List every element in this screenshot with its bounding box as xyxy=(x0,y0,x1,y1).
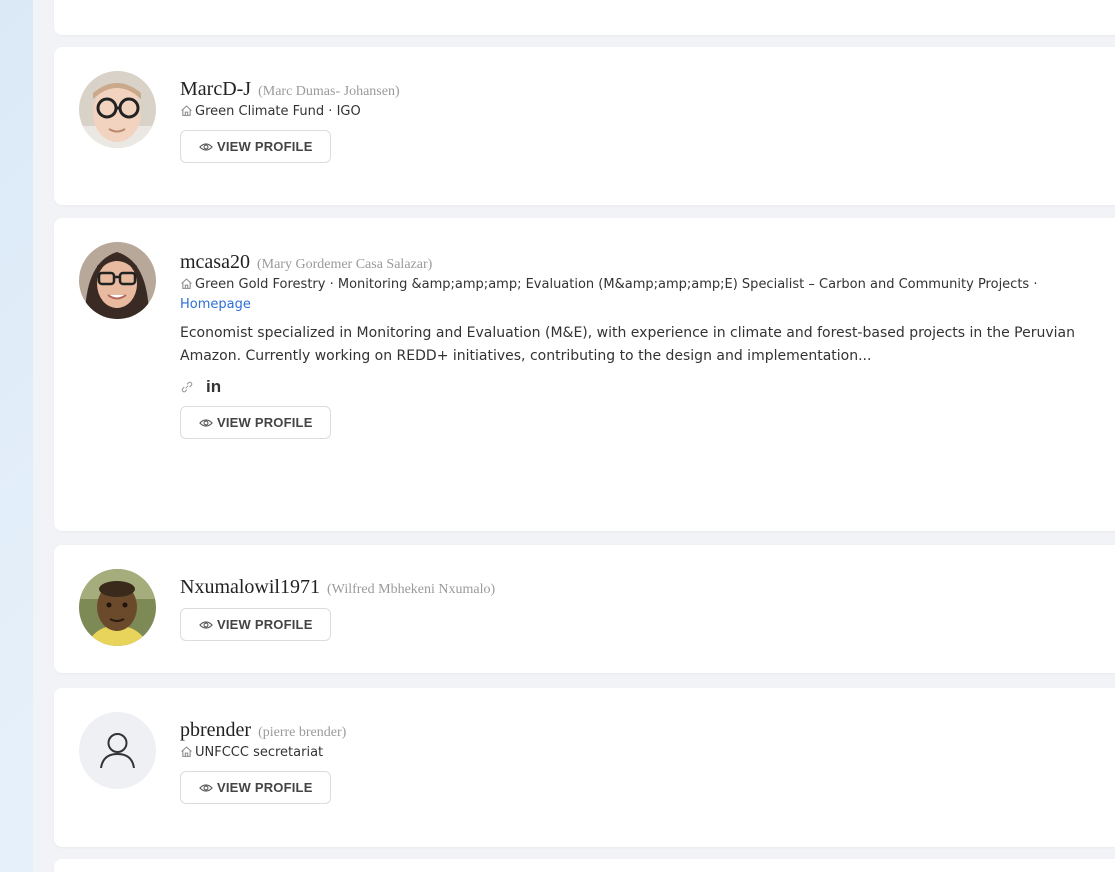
member-avatar[interactable] xyxy=(79,712,156,789)
view-profile-label: VIEW PROFILE xyxy=(217,139,313,154)
member-username[interactable]: mcasa20 xyxy=(180,251,250,273)
member-organization: Green Climate Fund xyxy=(195,104,325,119)
member-position: Monitoring &amp;amp;amp; Evaluation (M&a… xyxy=(337,277,1030,292)
member-card-partial-bottom xyxy=(54,859,1115,872)
member-affiliation: Green Climate Fund · IGO xyxy=(180,102,1085,122)
view-profile-button[interactable]: VIEW PROFILE xyxy=(180,771,331,804)
member-name-line: mcasa20 (Mary Gordemer Casa Salazar) xyxy=(180,250,1085,274)
member-card: MarcD-J (Marc Dumas- Johansen) Green Cli… xyxy=(54,47,1115,205)
view-profile-button[interactable]: VIEW PROFILE xyxy=(180,130,331,163)
member-avatar[interactable] xyxy=(79,71,156,148)
photo-avatar-icon xyxy=(79,71,156,148)
member-avatar[interactable] xyxy=(79,242,156,319)
member-username[interactable]: pbrender xyxy=(180,719,251,741)
member-username[interactable]: MarcD-J xyxy=(180,78,251,100)
member-real-name: (pierre brender) xyxy=(258,725,347,740)
member-real-name: (Wilfred Mbhekeni Nxumalo) xyxy=(327,582,496,597)
member-name-line: MarcD-J (Marc Dumas- Johansen) xyxy=(180,77,1085,101)
member-name-line: Nxumalowil1971 (Wilfred Mbhekeni Nxumalo… xyxy=(180,575,1085,599)
view-profile-label: VIEW PROFILE xyxy=(217,780,313,795)
eye-icon xyxy=(199,418,213,427)
homepage-link[interactable]: Homepage xyxy=(180,297,251,312)
view-profile-button[interactable]: VIEW PROFILE xyxy=(180,406,331,439)
member-bio: Economist specialized in Monitoring and … xyxy=(180,325,1075,364)
member-organization: UNFCCC secretariat xyxy=(195,745,324,760)
home-icon xyxy=(181,278,192,289)
member-real-name: (Mary Gordemer Casa Salazar) xyxy=(256,257,433,272)
linkedin-icon[interactable]: in xyxy=(206,377,221,397)
user-placeholder-icon xyxy=(100,733,135,769)
member-card-partial-top xyxy=(54,0,1115,35)
member-name-line: pbrender (pierre brender) xyxy=(180,718,1085,742)
view-profile-button[interactable]: VIEW PROFILE xyxy=(180,608,331,641)
view-profile-label: VIEW PROFILE xyxy=(217,617,313,632)
view-profile-label: VIEW PROFILE xyxy=(217,415,313,430)
eye-icon xyxy=(199,620,213,629)
photo-avatar-icon xyxy=(79,242,156,319)
member-real-name: (Marc Dumas- Johansen) xyxy=(258,84,400,99)
member-username[interactable]: Nxumalowil1971 xyxy=(180,576,320,598)
member-card: Nxumalowil1971 (Wilfred Mbhekeni Nxumalo… xyxy=(54,545,1115,673)
social-links: in xyxy=(180,376,1085,398)
home-icon xyxy=(181,746,192,757)
member-card: mcasa20 (Mary Gordemer Casa Salazar) Gre… xyxy=(54,218,1115,531)
link-icon[interactable] xyxy=(180,380,194,394)
member-affiliation: UNFCCC secretariat xyxy=(180,743,1085,763)
member-affiliation: Green Gold Forestry · Monitoring &amp;am… xyxy=(180,277,1038,312)
eye-icon xyxy=(199,783,213,792)
photo-avatar-icon xyxy=(79,569,156,646)
home-icon xyxy=(181,105,192,116)
member-organization: Green Gold Forestry xyxy=(195,277,326,292)
member-card: pbrender (pierre brender) UNFCCC secreta… xyxy=(54,688,1115,847)
eye-icon xyxy=(199,142,213,151)
members-list-panel: MarcD-J (Marc Dumas- Johansen) Green Cli… xyxy=(33,0,1115,872)
member-avatar[interactable] xyxy=(79,569,156,646)
member-org-type: IGO xyxy=(336,104,361,119)
